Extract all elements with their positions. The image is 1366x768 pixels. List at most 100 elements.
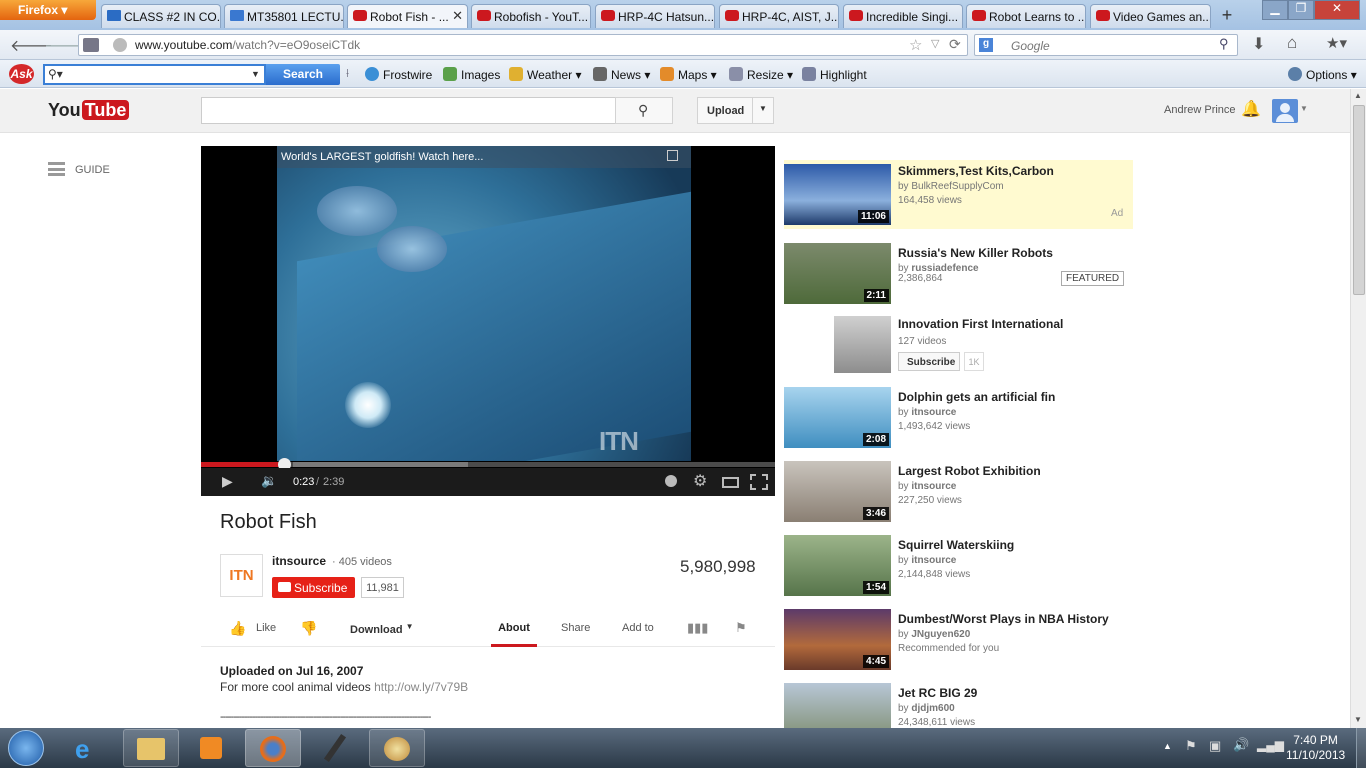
tab-robot-learns[interactable]: Robot Learns to ... bbox=[966, 4, 1086, 28]
minimize-button[interactable]: ▁ bbox=[1262, 0, 1288, 20]
scrollbar-thumb[interactable] bbox=[1353, 105, 1365, 295]
chevron-down-icon[interactable]: ▼ bbox=[1300, 104, 1308, 113]
theater-mode-icon[interactable] bbox=[722, 477, 739, 488]
close-overlay-icon[interactable] bbox=[667, 150, 678, 161]
video-frame[interactable]: ITN bbox=[277, 146, 691, 461]
tab-hrp-4c-hatsune[interactable]: HRP-4C Hatsun... bbox=[595, 4, 715, 28]
device-icon[interactable]: ▣ bbox=[1209, 738, 1221, 754]
page-menu-icon[interactable] bbox=[83, 38, 99, 52]
show-desktop-button[interactable] bbox=[1356, 728, 1366, 768]
like-label[interactable]: Like bbox=[256, 622, 276, 634]
toolbar-handle-icon[interactable]: ⟊ bbox=[346, 66, 349, 81]
video-thumbnail[interactable] bbox=[784, 683, 891, 728]
toolbar-item-frostwire[interactable]: Frostwire bbox=[365, 67, 432, 82]
restore-button[interactable]: ❐ bbox=[1288, 0, 1314, 20]
youtube-search-input[interactable] bbox=[201, 97, 616, 124]
notification-bell-icon[interactable]: 🔔 bbox=[1241, 99, 1261, 119]
search-engine-box[interactable]: g Google ⚲ bbox=[974, 34, 1238, 56]
related-title[interactable]: Skimmers,Test Kits,Carbon bbox=[898, 164, 1054, 178]
home-icon[interactable]: ⌂ bbox=[1287, 33, 1297, 53]
related-channel-item[interactable]: Innovation First International 127 video… bbox=[784, 316, 1134, 384]
google-icon[interactable]: g bbox=[979, 38, 993, 52]
new-tab-button[interactable]: + bbox=[1215, 5, 1239, 27]
fullscreen-icon[interactable] bbox=[750, 474, 768, 490]
taskbar-file-explorer[interactable] bbox=[123, 729, 179, 767]
video-player[interactable]: ITN World's LARGEST goldfish! Watch here… bbox=[201, 146, 775, 496]
page-scrollbar[interactable]: ▲ ▼ bbox=[1350, 89, 1366, 728]
video-thumbnail[interactable]: 11:06 bbox=[784, 164, 891, 225]
play-icon[interactable]: ▶ bbox=[222, 473, 233, 490]
toolbar-item-maps[interactable]: Maps ▾ bbox=[660, 67, 717, 82]
taskbar-firefox[interactable] bbox=[245, 729, 301, 767]
related-title[interactable]: Dumbest/Worst Plays in NBA History bbox=[898, 612, 1109, 626]
settings-gear-icon[interactable]: ⚙ bbox=[693, 471, 707, 491]
tab-robot-fish[interactable]: Robot Fish - ... ✕ bbox=[347, 4, 468, 28]
channel-name[interactable]: itnsource bbox=[272, 554, 326, 568]
related-title[interactable]: Dolphin gets an artificial fin bbox=[898, 390, 1055, 404]
scroll-down-icon[interactable]: ▼ bbox=[1354, 715, 1362, 724]
show-hidden-icons[interactable]: ▲ bbox=[1163, 741, 1172, 751]
toolbar-item-images[interactable]: Images bbox=[443, 67, 500, 82]
related-item[interactable]: 3:46 Largest Robot Exhibition by itnsour… bbox=[784, 461, 1134, 529]
close-window-button[interactable]: ✕ bbox=[1314, 0, 1360, 20]
related-item[interactable]: 1:54 Squirrel Waterskiing by itnsource 2… bbox=[784, 535, 1134, 603]
tab-add-to[interactable]: Add to bbox=[622, 622, 654, 634]
tab-share[interactable]: Share bbox=[561, 622, 590, 634]
taskbar-microphone[interactable] bbox=[307, 729, 363, 767]
flag-icon[interactable]: ⚑ bbox=[735, 620, 747, 636]
video-thumbnail[interactable]: 3:46 bbox=[784, 461, 891, 522]
related-item[interactable]: 2:11 Russia's New Killer Robots by russi… bbox=[784, 243, 1134, 311]
related-ad-item[interactable]: 11:06 Skimmers,Test Kits,Carbon by BulkR… bbox=[784, 160, 1133, 229]
video-overlay-title[interactable]: World's LARGEST goldfish! Watch here... bbox=[277, 146, 691, 168]
related-title[interactable]: Innovation First International bbox=[898, 317, 1063, 331]
avatar[interactable] bbox=[1272, 99, 1298, 123]
channel-avatar[interactable]: ITN bbox=[220, 554, 263, 597]
firefox-menu-button[interactable]: Firefox ▾ bbox=[0, 0, 96, 20]
scroll-up-icon[interactable]: ▲ bbox=[1354, 91, 1362, 100]
tab-hrp-4c-aist[interactable]: HRP-4C, AIST, J... bbox=[719, 4, 839, 28]
toolbar-item-news[interactable]: News ▾ bbox=[593, 67, 650, 82]
video-thumbnail[interactable]: 4:45 bbox=[784, 609, 891, 670]
ask-search-button[interactable]: Search bbox=[266, 64, 340, 85]
action-center-icon[interactable]: ⚑ bbox=[1185, 738, 1197, 754]
toolbar-item-weather[interactable]: Weather ▾ bbox=[509, 67, 582, 82]
bookmarks-icon[interactable]: ★▾ bbox=[1326, 34, 1347, 52]
related-item[interactable]: Jet RC BIG 29 by djdjm600 24,348,611 vie… bbox=[784, 683, 1134, 728]
toolbar-options[interactable]: Options ▾ bbox=[1288, 67, 1357, 82]
stats-icon[interactable]: ▮▮▮ bbox=[687, 620, 708, 636]
tab-video-games[interactable]: Video Games an... bbox=[1090, 4, 1211, 28]
ask-search-input[interactable]: ⚲▾ ▼ bbox=[43, 64, 266, 85]
description-link[interactable]: http://ow.ly/7v79B bbox=[374, 680, 468, 694]
download-button[interactable]: Download ▼ bbox=[350, 622, 414, 636]
toolbar-item-highlight[interactable]: Highlight bbox=[802, 67, 867, 82]
search-icon[interactable]: ⚲ bbox=[1219, 36, 1229, 52]
related-item[interactable]: 4:45 Dumbest/Worst Plays in NBA History … bbox=[784, 609, 1134, 677]
taskbar-paint[interactable] bbox=[369, 729, 425, 767]
watch-later-icon[interactable] bbox=[665, 475, 677, 487]
volume-icon[interactable]: 🔊 bbox=[1233, 737, 1249, 753]
toolbar-item-resize[interactable]: Resize ▾ bbox=[729, 67, 793, 82]
start-button[interactable] bbox=[8, 730, 44, 766]
tab-robofish[interactable]: Robofish - YouT... bbox=[471, 4, 591, 28]
network-signal-icon[interactable]: ▂▄▆ bbox=[1257, 738, 1284, 752]
subscribe-button[interactable]: Subscribe bbox=[272, 577, 355, 598]
volume-icon[interactable]: 🔉 bbox=[261, 473, 277, 489]
reload-icon[interactable]: ⟳ bbox=[949, 36, 961, 53]
taskbar-clock[interactable]: 7:40 PM 11/10/2013 bbox=[1286, 733, 1345, 763]
video-thumbnail[interactable]: 2:08 bbox=[784, 387, 891, 448]
related-title[interactable]: Russia's New Killer Robots bbox=[898, 246, 1053, 260]
progress-bar[interactable] bbox=[201, 458, 775, 471]
taskbar-internet-explorer[interactable]: e bbox=[62, 729, 118, 767]
subscribe-button[interactable]: Subscribe bbox=[898, 352, 960, 371]
related-item[interactable]: 2:08 Dolphin gets an artificial fin by i… bbox=[784, 387, 1134, 455]
chevron-down-icon[interactable]: ▼ bbox=[759, 104, 767, 113]
taskbar-media-player[interactable] bbox=[184, 729, 240, 767]
related-title[interactable]: Squirrel Waterskiing bbox=[898, 538, 1014, 552]
related-title[interactable]: Jet RC BIG 29 bbox=[898, 686, 977, 700]
youtube-search-button[interactable]: ⚲ bbox=[615, 97, 673, 124]
tab-incredible-singing[interactable]: Incredible Singi... bbox=[843, 4, 963, 28]
tab-mt35801[interactable]: MT35801 LECTU... bbox=[224, 4, 344, 28]
tab-class-2[interactable]: CLASS #2 IN CO... bbox=[101, 4, 221, 28]
bookmark-star-icon[interactable]: ☆ bbox=[909, 36, 922, 54]
close-tab-icon[interactable]: ✕ bbox=[452, 8, 463, 24]
